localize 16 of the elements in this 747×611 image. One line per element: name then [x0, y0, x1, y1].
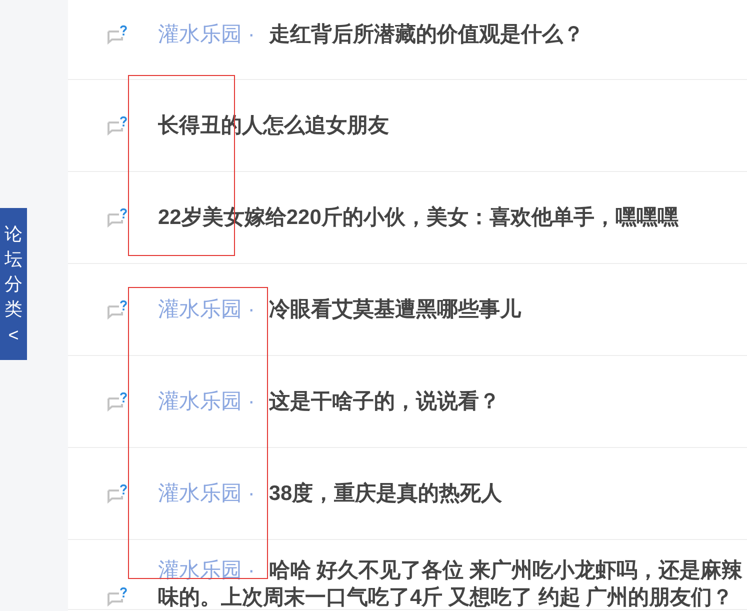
thread-title-line[interactable]: 38度，重庆是真的热死人 [268, 482, 502, 504]
thread-title-line[interactable]: 冷眼看艾莫基遭黑哪些事儿 [268, 298, 521, 320]
question-bubble-icon [107, 116, 128, 136]
tab-label: 论坛分类 [4, 222, 22, 322]
question-bubble-icon [107, 484, 128, 504]
thread-title-line[interactable]: 味的。上次周末一口气吃了4斤 又想吃了 约起 广州的朋友们？ [158, 586, 734, 609]
thread-title-line[interactable]: 哈哈 好久不见了各位 来广州吃小龙虾吗，还是麻辣 [268, 559, 742, 582]
question-bubble-icon [107, 392, 128, 412]
question-bubble-icon [107, 24, 128, 44]
thread-title-line[interactable]: 这是干啥子的，说说看？ [268, 390, 500, 412]
thread-title-line[interactable]: 走红背后所潜藏的价值观是什么？ [268, 22, 584, 46]
question-bubble-icon [107, 208, 128, 228]
question-bubble-icon [107, 587, 128, 607]
forum-category-tab[interactable]: 论坛分类 < [0, 208, 27, 360]
expand-arrow: < [8, 324, 19, 346]
question-bubble-icon [107, 300, 128, 320]
